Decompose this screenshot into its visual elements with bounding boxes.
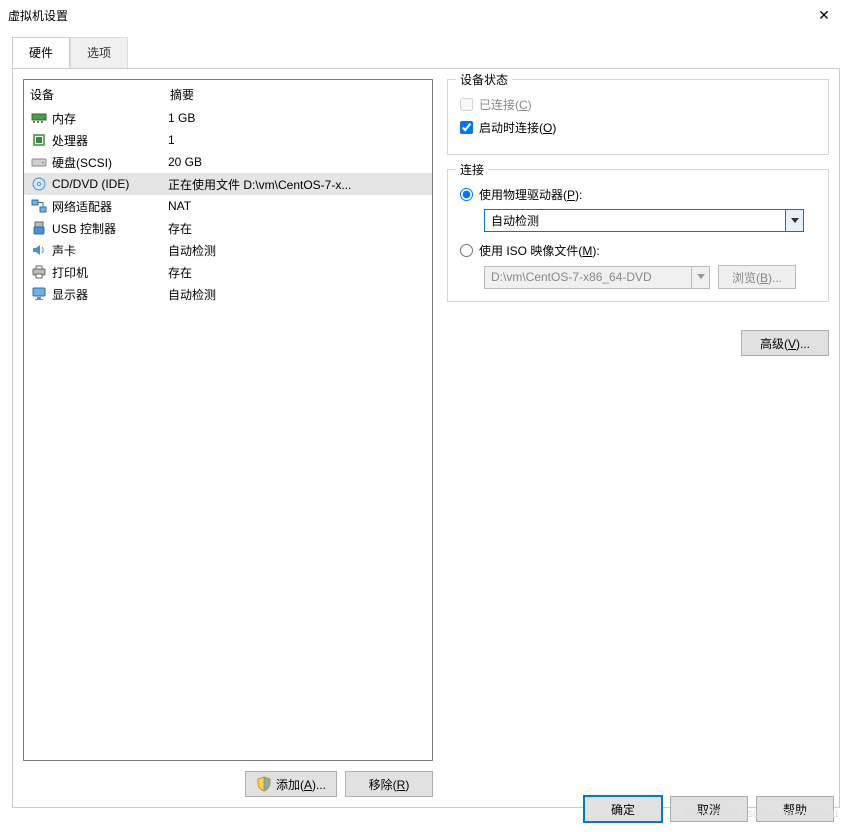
hardware-right-column: 设备状态 已连接(C) 启动时连接(O) 连接 使用物理驱动器(P): 自动检测 [447,79,829,797]
tab-strip: 硬件 选项 [0,30,852,68]
advanced-button[interactable]: 高级(V)... [741,330,829,356]
connect-at-poweron-checkbox[interactable] [460,121,473,134]
header-device: 设备 [30,86,170,103]
tab-options[interactable]: 选项 [70,37,128,68]
device-name: CD/DVD (IDE) [50,177,168,191]
device-row-sound[interactable]: 声卡 自动检测 [24,239,432,261]
device-list[interactable]: 设备 摘要 内存 1 GB 处理器 [23,79,433,761]
iso-path-combo: D:\vm\CentOS-7-x86_64-DVD [484,266,710,289]
dialog-footer: 确定 取消 帮助 [584,796,834,822]
device-summary: NAT [168,199,428,213]
usb-icon [28,220,50,236]
physical-drive-combo[interactable]: 自动检测 [484,209,804,232]
harddisk-icon [28,154,50,170]
device-name: 打印机 [50,264,168,281]
browse-button: 浏览(B)... [718,265,796,289]
use-physical-drive-row[interactable]: 使用物理驱动器(P): [460,186,816,203]
device-summary: 存在 [168,264,428,281]
ok-button[interactable]: 确定 [584,796,662,822]
device-summary: 1 [168,133,428,147]
use-iso-row[interactable]: 使用 ISO 映像文件(M): [460,242,816,259]
device-summary: 存在 [168,220,428,237]
device-name: 网络适配器 [50,198,168,215]
remove-button-label: 移除(R) [369,776,410,793]
device-summary: 20 GB [168,155,428,169]
help-button[interactable]: 帮助 [756,796,834,822]
close-icon[interactable]: ✕ [804,7,844,24]
chevron-down-icon [691,267,709,288]
device-list-header: 设备 摘要 [24,80,432,107]
device-summary: 自动检测 [168,242,428,259]
printer-icon [28,264,50,280]
add-button-label: 添加(A)... [276,776,326,793]
iso-path-value: D:\vm\CentOS-7-x86_64-DVD [485,270,691,284]
connection-group: 连接 使用物理驱动器(P): 自动检测 使用 ISO 映像文件(M): [447,169,829,302]
device-name: 声卡 [50,242,168,259]
network-icon [28,198,50,214]
device-row-usb[interactable]: USB 控制器 存在 [24,217,432,239]
device-status-legend: 设备状态 [456,71,512,88]
chevron-down-icon[interactable] [785,210,803,231]
cancel-button[interactable]: 取消 [670,796,748,822]
device-row-memory[interactable]: 内存 1 GB [24,107,432,129]
device-name: USB 控制器 [50,220,168,237]
disc-icon [28,176,50,192]
connected-checkbox-row: 已连接(C) [460,96,816,113]
device-status-group: 设备状态 已连接(C) 启动时连接(O) [447,79,829,155]
physical-drive-value: 自动检测 [485,212,785,229]
tab-panel: 设备 摘要 内存 1 GB 处理器 [12,68,840,808]
device-row-processor[interactable]: 处理器 1 [24,129,432,151]
connected-label: 已连接(C) [479,96,532,113]
cpu-icon [28,132,50,148]
device-summary: 自动检测 [168,286,428,303]
remove-hardware-button[interactable]: 移除(R) [345,771,433,797]
add-hardware-button[interactable]: 添加(A)... [245,771,337,797]
device-name: 硬盘(SCSI) [50,154,168,171]
device-name: 内存 [50,110,168,127]
device-row-printer[interactable]: 打印机 存在 [24,261,432,283]
device-name: 处理器 [50,132,168,149]
use-iso-radio[interactable] [460,244,473,257]
browse-button-label: 浏览(B)... [732,269,782,286]
device-row-harddisk[interactable]: 硬盘(SCSI) 20 GB [24,151,432,173]
connect-at-poweron-label: 启动时连接(O) [479,119,556,136]
device-summary: 正在使用文件 D:\vm\CentOS-7-x... [168,176,428,193]
use-physical-drive-label: 使用物理驱动器(P): [479,186,582,203]
device-summary: 1 GB [168,111,428,125]
device-row-cddvd[interactable]: CD/DVD (IDE) 正在使用文件 D:\vm\CentOS-7-x... [24,173,432,195]
shield-icon [256,776,272,792]
tab-hardware[interactable]: 硬件 [12,37,70,68]
device-row-display[interactable]: 显示器 自动检测 [24,283,432,305]
titlebar: 虚拟机设置 ✕ [0,0,852,30]
use-iso-label: 使用 ISO 映像文件(M): [479,242,600,259]
header-summary: 摘要 [170,86,426,103]
advanced-button-label: 高级(V)... [760,335,810,352]
speaker-icon [28,242,50,258]
window-title: 虚拟机设置 [8,7,804,24]
connection-legend: 连接 [456,161,488,178]
hardware-left-column: 设备 摘要 内存 1 GB 处理器 [23,79,433,797]
device-name: 显示器 [50,286,168,303]
use-physical-drive-radio[interactable] [460,188,473,201]
memory-icon [28,110,50,126]
monitor-icon [28,286,50,302]
device-row-network[interactable]: 网络适配器 NAT [24,195,432,217]
connect-at-poweron-row[interactable]: 启动时连接(O) [460,119,816,136]
connected-checkbox [460,98,473,111]
